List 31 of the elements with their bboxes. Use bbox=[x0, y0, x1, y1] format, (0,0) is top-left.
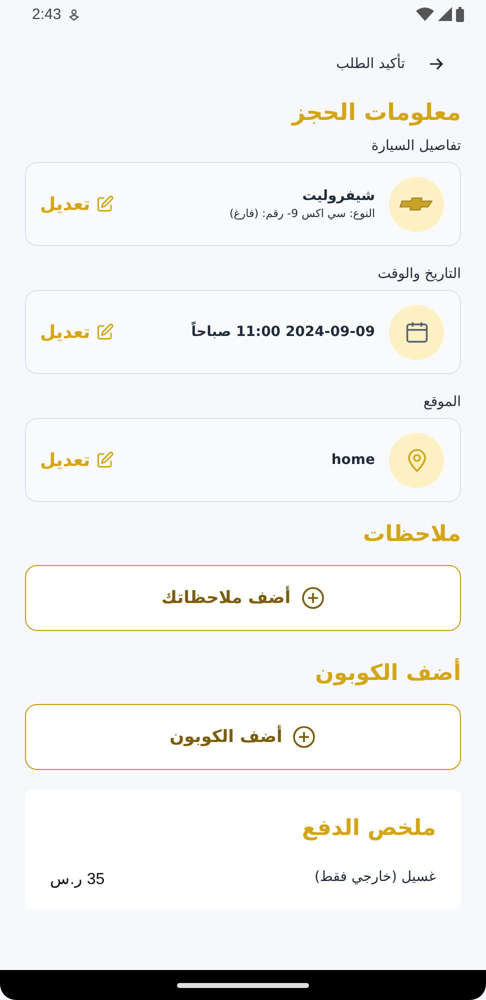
field-label: تفاصيل السيارة bbox=[371, 138, 461, 154]
edit-button[interactable]: تعديل bbox=[40, 322, 114, 342]
bowtie-logo-icon bbox=[398, 197, 436, 211]
edit-icon bbox=[96, 323, 114, 341]
card-value: home bbox=[331, 452, 375, 468]
field-label: التاريخ والوقت bbox=[378, 266, 461, 282]
wifi-icon bbox=[416, 7, 434, 21]
card-value: 2024-09-09 11:00 صباحاً bbox=[191, 324, 375, 340]
signal-icon bbox=[438, 7, 452, 21]
edit-button[interactable]: تعديل bbox=[40, 194, 114, 214]
section-heading: ملاحظات bbox=[362, 522, 461, 547]
section-heading: معلومات الحجز bbox=[290, 100, 461, 126]
home-indicator[interactable] bbox=[177, 982, 309, 988]
section-heading: ملخص الدفع bbox=[300, 816, 436, 841]
battery-icon bbox=[456, 6, 464, 22]
plus-circle-icon bbox=[300, 586, 325, 610]
edit-button[interactable]: تعديل bbox=[40, 450, 114, 470]
edit-icon bbox=[96, 451, 114, 469]
line-item-label: غسيل (خارجي فقط) bbox=[314, 869, 436, 887]
back-arrow-icon[interactable] bbox=[429, 58, 443, 70]
notification-icon bbox=[69, 8, 80, 20]
card-detail: النوع: سي اكس 9- رقم: (فارغ) bbox=[229, 207, 375, 220]
page-title: تأكيد الطلب bbox=[336, 56, 405, 72]
status-time: 2:43 bbox=[32, 6, 62, 22]
edit-icon bbox=[96, 195, 114, 213]
line-item-amount: 35 ر.س bbox=[50, 870, 105, 889]
field-label: الموقع bbox=[423, 394, 461, 410]
add-coupon-button[interactable]: أضف الكوبون bbox=[25, 704, 461, 770]
card-value: شيفروليت bbox=[302, 188, 375, 204]
plus-circle-icon bbox=[292, 725, 316, 749]
add-notes-button[interactable]: أضف ملاحظاتك bbox=[25, 565, 461, 631]
